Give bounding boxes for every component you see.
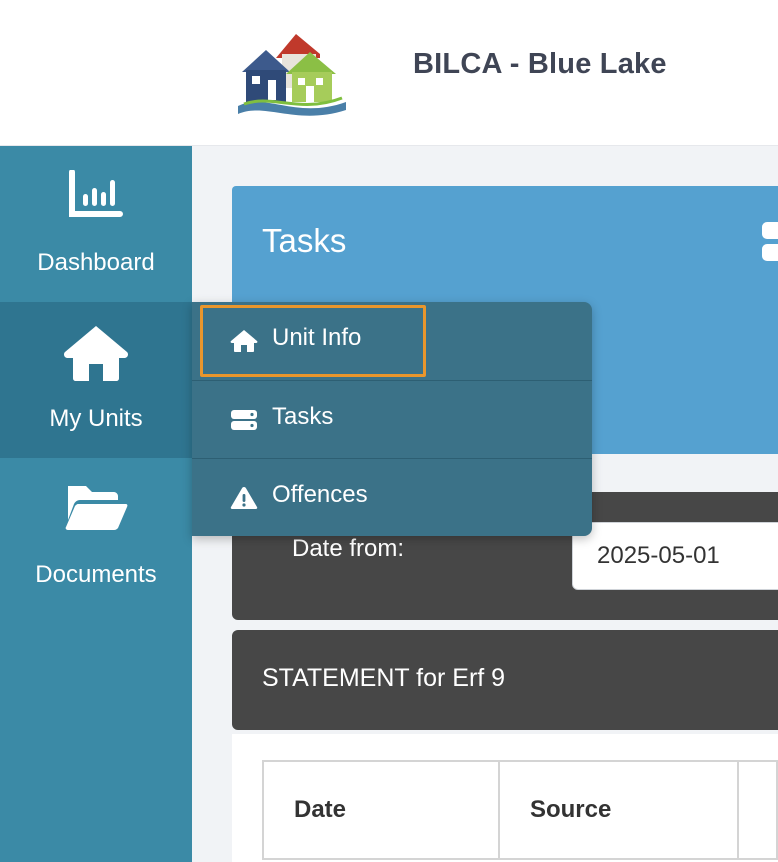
statement-table: Date Source bbox=[262, 760, 778, 860]
top-header: BILCA - Blue Lake bbox=[0, 0, 778, 146]
date-from-label: Date from: bbox=[292, 535, 405, 562]
home-icon bbox=[230, 328, 258, 354]
menu-item-tasks[interactable]: Tasks bbox=[192, 380, 592, 458]
brand-title: BILCA - Blue Lake bbox=[413, 48, 667, 80]
sidebar-item-label: My Units bbox=[49, 405, 143, 432]
statement-title: STATEMENT for Erf 9 bbox=[262, 664, 506, 692]
menu-item-label: Tasks bbox=[272, 403, 334, 430]
menu-item-label: Unit Info bbox=[272, 324, 362, 351]
server-icon bbox=[230, 407, 258, 433]
houses-logo-icon[interactable] bbox=[236, 28, 348, 120]
sidebar-item-my-units[interactable]: My Units bbox=[0, 302, 192, 458]
warning-icon bbox=[230, 485, 258, 511]
column-header-source[interactable]: Source bbox=[497, 760, 739, 860]
home-icon bbox=[0, 324, 192, 382]
sidebar-item-label: Dashboard bbox=[37, 249, 155, 276]
column-header-extra[interactable] bbox=[736, 760, 778, 860]
sidebar: Dashboard My Units Documents bbox=[0, 146, 192, 862]
sidebar-item-label: Documents bbox=[35, 561, 157, 588]
sidebar-item-dashboard[interactable]: Dashboard bbox=[0, 146, 192, 302]
column-header-date[interactable]: Date bbox=[262, 760, 500, 860]
menu-item-unit-info[interactable]: Unit Info bbox=[192, 302, 592, 380]
date-from-input[interactable] bbox=[572, 522, 778, 590]
menu-item-offences[interactable]: Offences bbox=[192, 458, 592, 536]
table-header-row: Date Source bbox=[262, 760, 778, 860]
folder-open-icon bbox=[0, 482, 192, 532]
bar-chart-icon bbox=[0, 170, 192, 220]
my-units-dropdown-menu: Unit Info Tasks Offences bbox=[192, 302, 592, 536]
sidebar-item-documents[interactable]: Documents bbox=[0, 458, 192, 614]
server-icon[interactable] bbox=[762, 222, 778, 266]
page-title: Tasks bbox=[262, 222, 347, 259]
menu-item-label: Offences bbox=[272, 481, 368, 508]
